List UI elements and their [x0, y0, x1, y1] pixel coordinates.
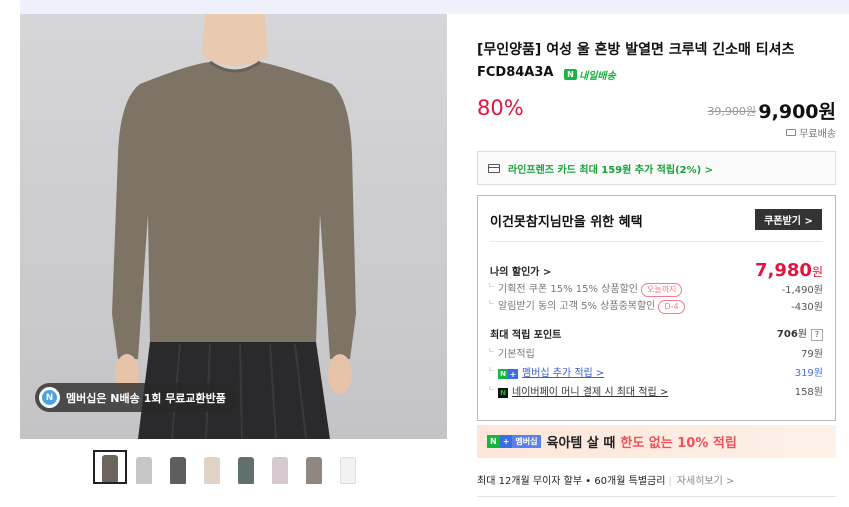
npay-icon: N	[498, 388, 508, 398]
coupon-text-1: 기획전 쿠폰 15% 15% 상품할인	[498, 284, 638, 295]
membership-points-link[interactable]: 멤버십 추가 적립 >	[522, 368, 604, 379]
basic-points-label: 기본적립	[488, 345, 535, 360]
coupon-text-2: 알림받기 동의 고객 5% 상품중복할인	[498, 301, 656, 312]
sale-price: 9,900원	[758, 101, 836, 123]
top-strip	[20, 0, 849, 14]
n-plus-icon: N+	[498, 369, 518, 379]
truck-icon	[786, 129, 797, 136]
product-gallery: N 멤버십은 N배송 1회 무료교환반품	[20, 14, 447, 507]
tag-plus: +	[499, 435, 513, 448]
thumbnail-3[interactable]	[161, 450, 195, 484]
installment-text: 최대 12개월 무이자 할부 • 60개월 특별금리	[477, 476, 666, 487]
tag-n: N	[487, 435, 500, 448]
npay-points-value: 158원	[794, 387, 823, 398]
npay-points-link[interactable]: 네이버페이 머니 결제 시 최대 적립 >	[512, 387, 668, 398]
delivery-tag: N 내일배송	[564, 67, 616, 82]
membership-points-value: 319원	[794, 368, 823, 379]
points-row: 최대 적립 포인트 706원?	[490, 325, 823, 341]
thumbnail-shirt-icon	[102, 455, 118, 482]
points-label: 최대 적립 포인트	[490, 329, 562, 341]
divider	[490, 241, 823, 242]
my-discount-value: 7,980	[755, 260, 812, 281]
thumbnail-shirt-icon	[204, 457, 220, 484]
coupon-tag-1: 오늘까지	[640, 283, 683, 297]
product-code: FCD84A3A	[477, 65, 554, 80]
installment-info: 최대 12개월 무이자 할부 • 60개월 특별금리 | 자세히보기 >	[477, 472, 734, 487]
thumbnail-5[interactable]	[229, 450, 263, 484]
membership-points-label: N+ 멤버십 추가 적립 >	[488, 364, 604, 379]
credit-card-icon	[488, 163, 500, 173]
membership-tag-icon: N + 멤버십	[487, 435, 541, 448]
n-delivery-icon: N	[564, 69, 577, 80]
thumbnail-shirt-icon	[272, 457, 288, 484]
coupon-row-2: 알림받기 동의 고객 5% 상품중복할인D-4 -430원	[488, 297, 823, 314]
membership-badge-text: 멤버십은 N배송 1회 무료교환반품	[66, 391, 226, 405]
coupon-tag-2: D-4	[658, 300, 685, 314]
coupon-label-1: 기획전 쿠폰 15% 15% 상품할인오늘까지	[488, 280, 683, 297]
membership-badge: N 멤버십은 N배송 1회 무료교환반품	[35, 383, 236, 412]
product-title: [무인양품] 여성 울 혼방 발열면 크루넥 긴소매 티셔츠	[477, 42, 795, 58]
points-amount: 706	[776, 329, 798, 340]
basic-points-row: 기본적립 79원	[488, 345, 823, 360]
thumbnail-shirt-icon	[238, 457, 254, 484]
shipping-info: 무료배송	[786, 125, 836, 140]
promo-text: 육아템 살 때	[546, 436, 616, 451]
shipping-label: 무료배송	[799, 129, 836, 140]
model-photo-illustration	[20, 14, 447, 439]
membership-points-row: N+ 멤버십 추가 적립 > 319원	[488, 364, 823, 379]
points-unit: 원	[797, 329, 807, 340]
separator: |	[668, 476, 672, 487]
thumbnail-2[interactable]	[127, 450, 161, 484]
promo-highlight: 한도 없는 10% 적립	[620, 436, 737, 451]
card-promo[interactable]: 라인프렌즈 카드 최대 159원 추가 적립(2%) >	[477, 151, 836, 185]
npay-points-row: N 네이버페이 머니 결제 시 최대 적립 > 158원	[488, 383, 823, 398]
coupon-amount-1: -1,490원	[781, 285, 823, 296]
my-discount-price: 7,980원	[755, 260, 823, 281]
promo-banner[interactable]: N + 멤버십 육아템 살 때 한도 없는 10% 적립	[477, 425, 836, 458]
thumbnail-7[interactable]	[297, 450, 331, 484]
thumbnail-shirt-icon	[170, 457, 186, 484]
coupon-label-2: 알림받기 동의 고객 5% 상품중복할인D-4	[488, 297, 685, 314]
coupon-amount-2: -430원	[791, 302, 823, 313]
thumbnail-6[interactable]	[263, 450, 297, 484]
thumbnail-shirt-icon	[136, 457, 152, 484]
installment-more-link[interactable]: 자세히보기 >	[677, 476, 735, 487]
thumbnail-shirt-icon	[340, 457, 356, 484]
discount-rate: 80%	[477, 96, 524, 120]
get-coupon-button[interactable]: 쿠폰받기 >	[755, 209, 822, 230]
tag-label: 멤버십	[512, 435, 541, 448]
thumbnail-shirt-icon	[306, 457, 322, 484]
basic-points-value: 79원	[801, 349, 823, 360]
thumbnail-4[interactable]	[195, 450, 229, 484]
benefit-panel: 이건못참지님만을 위한 혜택 쿠폰받기 > 나의 할인가 > 7,980원 기획…	[477, 195, 836, 421]
membership-n-icon: N	[39, 387, 60, 408]
benefit-heading: 이건못참지님만을 위한 혜택	[490, 215, 643, 230]
help-icon[interactable]: ?	[811, 329, 823, 341]
points-value: 706원?	[777, 325, 823, 341]
divider	[477, 496, 836, 497]
card-promo-text: 라인프렌즈 카드 최대 159원 추가 적립(2%) >	[508, 164, 714, 176]
product-main-image[interactable]	[20, 14, 447, 439]
delivery-tag-label: 내일배송	[579, 71, 616, 82]
npay-points-label: N 네이버페이 머니 결제 시 최대 적립 >	[488, 383, 668, 398]
coupon-row-1: 기획전 쿠폰 15% 15% 상품할인오늘까지 -1,490원	[488, 280, 823, 297]
my-discount-row: 나의 할인가 > 7,980원	[490, 260, 823, 281]
original-price: 39,900원	[707, 105, 756, 118]
my-discount-unit: 원	[811, 265, 823, 279]
my-discount-label[interactable]: 나의 할인가 >	[490, 263, 551, 278]
thumbnail-8[interactable]	[331, 450, 365, 484]
thumbnail-strip	[93, 450, 365, 484]
thumbnail-1[interactable]	[93, 450, 127, 484]
